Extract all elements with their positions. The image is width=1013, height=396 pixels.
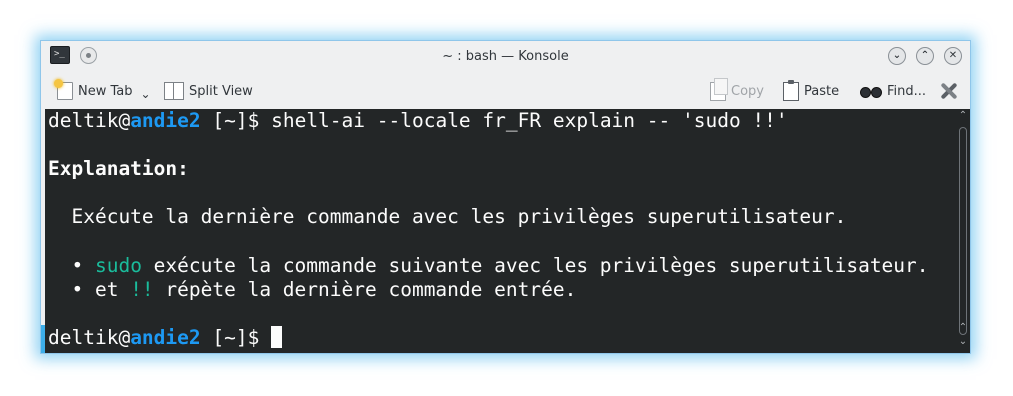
scrollbar-track[interactable] xyxy=(959,127,967,335)
split-view-icon xyxy=(164,82,184,100)
terminal-view[interactable]: deltik@andie2 [~]$ shell-ai --locale fr_… xyxy=(45,109,956,353)
binoculars-icon xyxy=(860,84,882,98)
command-line: deltik@andie2 [~]$ shell-ai --locale fr_… xyxy=(48,109,788,132)
minimize-button[interactable]: ⌄ xyxy=(888,47,906,65)
new-tab-label: New Tab xyxy=(78,83,133,99)
command-text: shell-ai --locale fr_FR explain -- 'sudo… xyxy=(271,109,788,132)
find-button[interactable]: Find... xyxy=(860,79,926,103)
paste-button[interactable]: Paste xyxy=(783,79,839,103)
vertical-scrollbar[interactable]: ⌃ ⌃ ⌄ xyxy=(956,109,970,353)
split-view-button[interactable]: Split View xyxy=(164,79,253,103)
keyword-sudo: sudo xyxy=(94,254,142,277)
new-tab-button[interactable]: New Tab ⌄ xyxy=(54,79,151,103)
window-title: ~ : bash — Konsole xyxy=(442,49,569,64)
scroll-down-icon[interactable]: ⌄ xyxy=(956,335,970,349)
toolbar: New Tab ⌄ Split View Copy Paste Find... xyxy=(41,71,970,109)
konsole-window: >_ ~ : bash — Konsole ⌄ ⌃ ✕ New Tab ⌄ Sp… xyxy=(40,40,971,354)
title-bar[interactable]: >_ ~ : bash — Konsole ⌄ ⌃ ✕ xyxy=(41,41,970,71)
bullet-sudo: • sudo exécute la commande suivante avec… xyxy=(48,254,929,277)
scroll-up-small-icon[interactable]: ⌃ xyxy=(956,321,970,335)
paste-icon xyxy=(783,79,799,101)
active-line-marker xyxy=(41,325,45,353)
paste-label: Paste xyxy=(804,83,840,99)
explanation-heading: Explanation: xyxy=(48,157,189,180)
find-label: Find... xyxy=(887,83,927,99)
maximize-button[interactable]: ⌃ xyxy=(916,47,934,65)
text-cursor xyxy=(271,326,283,348)
bullet-bangbang: • et !! répète la dernière commande entr… xyxy=(48,278,577,301)
close-button[interactable]: ✕ xyxy=(944,47,962,65)
explanation-summary: Exécute la dernière commande avec les pr… xyxy=(48,205,847,228)
scroll-up-icon[interactable]: ⌃ xyxy=(956,109,970,123)
keyword-bangbang: !! xyxy=(130,278,154,301)
copy-icon xyxy=(710,77,728,101)
wrench-icon[interactable] xyxy=(938,79,960,101)
new-tab-icon xyxy=(54,79,73,100)
prompt-line: deltik@andie2 [~]$ xyxy=(48,326,283,350)
prompt-host: andie2 xyxy=(130,109,201,132)
split-view-label: Split View xyxy=(189,83,253,99)
chevron-down-icon[interactable]: ⌄ xyxy=(141,87,151,101)
copy-button[interactable]: Copy xyxy=(710,77,764,103)
copy-label: Copy xyxy=(731,83,764,99)
